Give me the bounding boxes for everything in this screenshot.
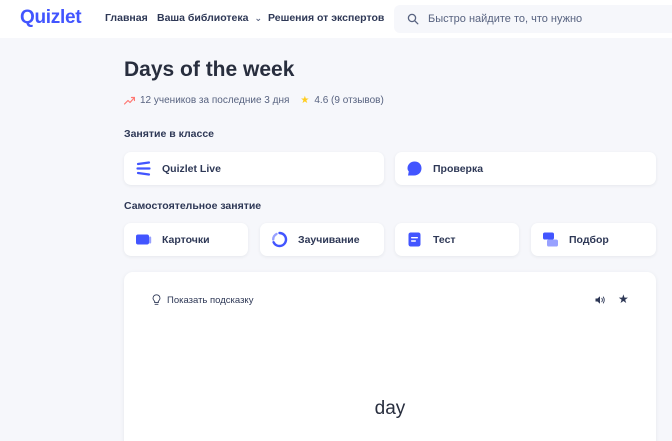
nav-experts-link[interactable]: Решения от экспертов [268,12,384,24]
search-bar[interactable] [394,5,672,33]
rating-link[interactable]: 4.6 (9 отзывов) [314,95,383,106]
flashcard-term: day [374,398,406,419]
hint-label: Показать подсказку [167,294,254,306]
nav-library-label: Ваша библиотека [157,12,249,24]
flashcards-icon [136,234,152,245]
learners-count: 12 учеников за последние 3 дня [140,95,290,106]
star-icon: ★ [300,95,310,106]
section-heading-self-study: Самостоятельное занятие [124,200,262,212]
match-icon [543,232,558,247]
mode-card-learn[interactable]: Заучивание [260,223,384,256]
page-title: Days of the week [124,58,295,81]
quizlet-live-icon [136,161,151,176]
search-icon [407,13,419,25]
mode-card-match[interactable]: Подбор [531,223,656,256]
star-outline-icon[interactable]: ★ [618,292,629,306]
search-input[interactable] [428,13,668,25]
mode-card-test[interactable]: Тест [395,223,519,256]
mode-label: Заучивание [298,233,360,246]
chevron-down-icon: ⌄ [254,13,262,23]
mode-label: Карточки [162,233,210,246]
nav-library-dropdown[interactable]: Ваша библиотека ⌄ [157,12,262,24]
mode-label: Проверка [433,162,484,175]
mode-card-flashcards[interactable]: Карточки [124,223,248,256]
mode-label: Подбор [569,233,609,246]
test-icon [408,232,421,247]
mode-card-quizlet-live[interactable]: Quizlet Live [124,152,384,185]
quizlet-logo[interactable]: Quizlet [20,7,82,29]
learn-cycle-icon [272,231,288,248]
set-meta: 12 учеников за последние 3 дня ★ 4.6 (9 … [124,95,384,106]
top-navbar: Quizlet Главная Ваша библиотека ⌄ Решения… [0,0,672,38]
mode-label: Тест [433,233,456,246]
nav-home-link[interactable]: Главная [105,12,148,24]
mode-card-check[interactable]: Проверка [395,152,656,185]
trending-up-icon [124,96,135,105]
mode-label: Quizlet Live [162,162,221,175]
section-heading-classroom: Занятие в классе [124,128,215,140]
flashcard[interactable]: Показать подсказку ★ day [124,272,656,441]
show-hint-button[interactable]: Показать подсказку [152,294,253,306]
check-bubble-icon [407,161,422,176]
lightbulb-icon [152,294,161,305]
sound-icon[interactable] [594,294,606,306]
